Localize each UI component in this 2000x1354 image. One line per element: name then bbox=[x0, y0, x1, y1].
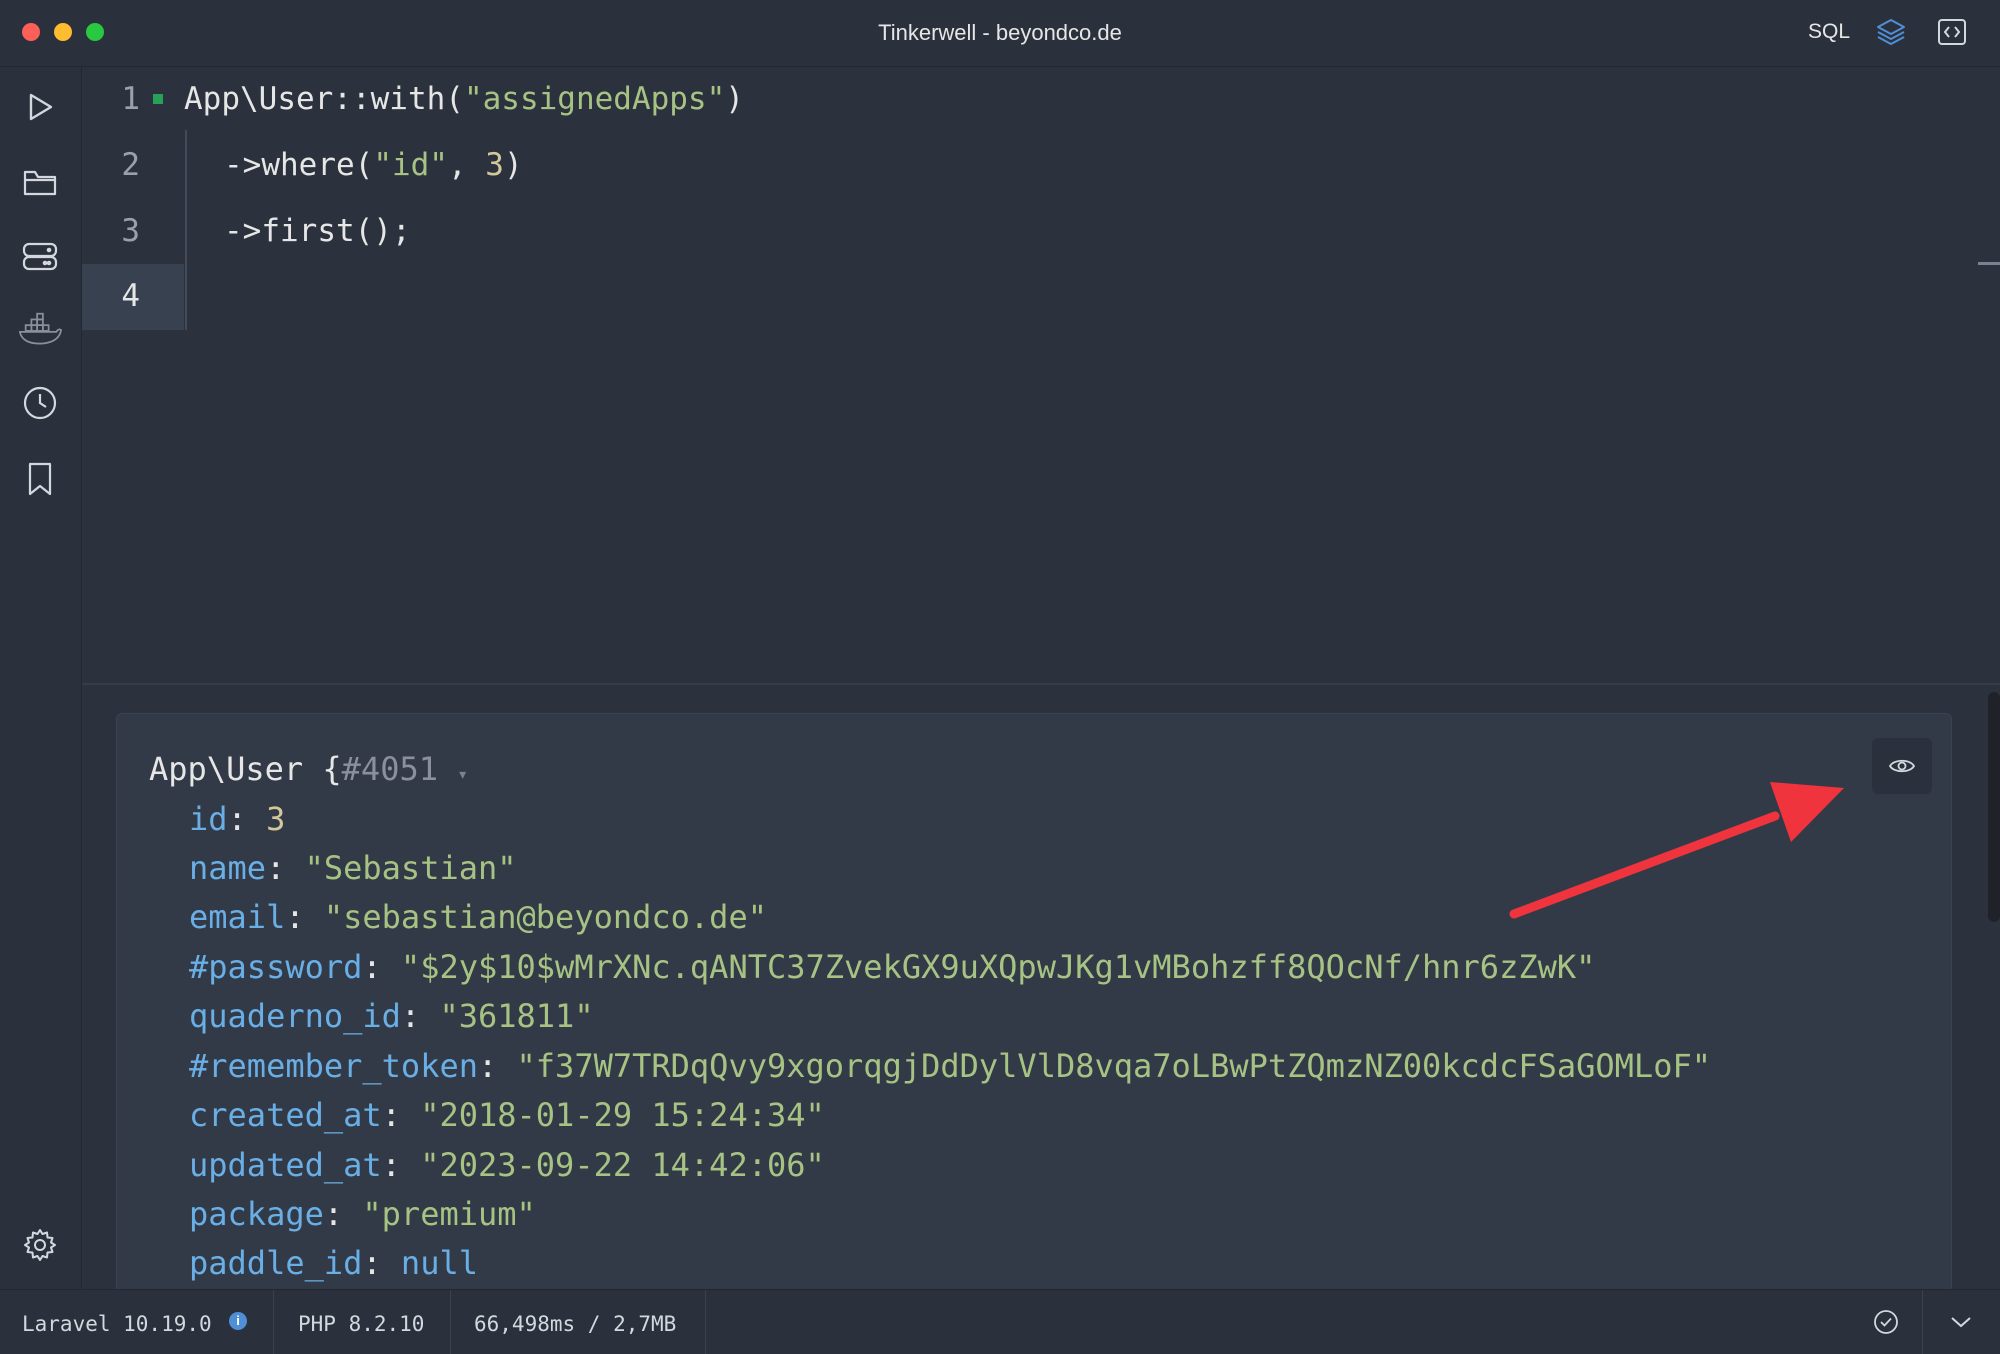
field-value: "2018-01-29 15:24:34" bbox=[420, 1096, 825, 1134]
field-value: "premium" bbox=[362, 1195, 536, 1233]
run-play-icon[interactable] bbox=[18, 85, 62, 129]
sidebar bbox=[0, 67, 82, 1289]
object-id: #4051 bbox=[341, 750, 438, 788]
status-separator bbox=[273, 1290, 274, 1354]
laravel-version: Laravel 10.19.0 bbox=[22, 1312, 212, 1336]
code-token: App\User::with( bbox=[184, 81, 464, 117]
info-icon[interactable]: i bbox=[229, 1312, 247, 1330]
field-key: #password bbox=[189, 948, 363, 986]
field-key: #remember_token bbox=[189, 1047, 478, 1085]
folder-icon[interactable] bbox=[18, 161, 62, 205]
dump-object-header: App\User {#4051 ▾ bbox=[149, 750, 468, 788]
bookmark-icon[interactable] bbox=[18, 457, 62, 501]
dump-field: created_at: "2018-01-29 15:24:34" bbox=[189, 1096, 825, 1134]
code-line-1[interactable]: App\User::with("assignedApps") bbox=[184, 81, 744, 117]
field-key: name bbox=[189, 849, 267, 887]
field-value: "2023-09-22 14:42:06" bbox=[420, 1146, 825, 1184]
toggle-visibility-button[interactable] bbox=[1872, 738, 1932, 794]
open-brace: { bbox=[303, 750, 342, 788]
dump-field: id: 3 bbox=[189, 800, 286, 838]
dump-field: quaderno_id: "361811" bbox=[189, 997, 594, 1035]
field-key: package bbox=[189, 1195, 324, 1233]
code-view-icon[interactable] bbox=[1934, 14, 1970, 50]
field-value: "f37W7TRDqQvy9xgorqgjDdDylVlD8vqa7oLBwPt… bbox=[516, 1047, 1711, 1085]
field-key: email bbox=[189, 898, 286, 936]
field-key: created_at bbox=[189, 1096, 382, 1134]
check-circle-icon[interactable] bbox=[1868, 1304, 1904, 1340]
title-bar: Tinkerwell - beyondco.de SQL bbox=[0, 0, 2000, 67]
execution-metrics: 66,498ms / 2,7MB bbox=[474, 1312, 677, 1336]
dump-field: package: "premium" bbox=[189, 1195, 536, 1233]
code-token: , bbox=[447, 147, 486, 183]
database-icon[interactable] bbox=[18, 235, 62, 279]
tinkerwell-window: Tinkerwell - beyondco.de SQL 1 2 3 4 App… bbox=[0, 0, 2000, 1354]
window-title: Tinkerwell - beyondco.de bbox=[878, 20, 1122, 45]
field-value: "361811" bbox=[439, 997, 594, 1035]
code-number: 3 bbox=[485, 147, 504, 183]
collapse-caret-icon[interactable]: ▾ bbox=[457, 764, 468, 785]
sql-button[interactable]: SQL bbox=[1808, 20, 1850, 44]
status-separator bbox=[705, 1290, 706, 1354]
code-token: ->where( bbox=[224, 147, 374, 183]
line-number: 2 bbox=[121, 147, 140, 183]
dump-field: #remember_token: "f37W7TRDqQvy9xgorqgjDd… bbox=[189, 1047, 1711, 1085]
chevron-down-icon[interactable] bbox=[1943, 1304, 1979, 1340]
class-name: App\User bbox=[149, 750, 304, 788]
field-key: paddle_id bbox=[189, 1244, 363, 1282]
field-value: "Sebastian" bbox=[304, 849, 517, 887]
php-version: PHP 8.2.10 bbox=[298, 1312, 425, 1336]
run-marker bbox=[153, 94, 163, 104]
line-number: 1 bbox=[121, 81, 140, 117]
line-number: 4 bbox=[121, 278, 140, 314]
status-separator bbox=[450, 1290, 451, 1354]
field-key: id bbox=[189, 800, 228, 838]
dump-field: name: "Sebastian" bbox=[189, 849, 517, 887]
dump-field: paddle_id: null bbox=[189, 1244, 478, 1282]
field-value: "sebastian@beyondco.de" bbox=[323, 898, 767, 936]
settings-gear-icon[interactable] bbox=[18, 1223, 62, 1267]
code-string: "assignedApps" bbox=[463, 81, 726, 117]
layers-icon[interactable] bbox=[1873, 14, 1909, 50]
field-key: quaderno_id bbox=[189, 997, 401, 1035]
dump-field: #password: "$2y$10$wMrXNc.qANTC37ZvekGX9… bbox=[189, 948, 1596, 986]
annotation-arrow bbox=[1509, 782, 1844, 919]
code-line-2[interactable]: ->where("id", 3) bbox=[224, 147, 523, 183]
status-separator bbox=[1922, 1290, 1923, 1354]
field-value: 3 bbox=[266, 800, 286, 838]
history-clock-icon[interactable] bbox=[18, 381, 62, 425]
docker-icon[interactable] bbox=[18, 307, 62, 351]
code-token: ) bbox=[725, 81, 744, 117]
output-scrollbar[interactable] bbox=[1988, 692, 2000, 922]
code-line-3[interactable]: ->first(); bbox=[224, 213, 411, 249]
status-bar: Laravel 10.19.0 i PHP 8.2.10 66,498ms / … bbox=[0, 1289, 2000, 1354]
code-token: ) bbox=[503, 147, 523, 183]
dump-field: updated_at: "2023-09-22 14:42:06" bbox=[189, 1146, 825, 1184]
field-key: updated_at bbox=[189, 1146, 382, 1184]
field-value: "$2y$10$wMrXNc.qANTC37ZvekGX9uXQpwJKg1vM… bbox=[400, 948, 1596, 986]
code-token: ->first(); bbox=[224, 213, 411, 249]
code-editor[interactable]: 1 2 3 4 App\User::with("assignedApps") -… bbox=[82, 67, 2000, 683]
code-string: "id" bbox=[373, 147, 448, 183]
line-number: 3 bbox=[121, 213, 140, 249]
indent-guide bbox=[185, 130, 187, 330]
editor-scroll-marker bbox=[1978, 262, 2000, 265]
dump-field: email: "sebastian@beyondco.de" bbox=[189, 898, 767, 936]
eye-icon bbox=[1888, 759, 1916, 773]
field-value: null bbox=[400, 1244, 478, 1282]
